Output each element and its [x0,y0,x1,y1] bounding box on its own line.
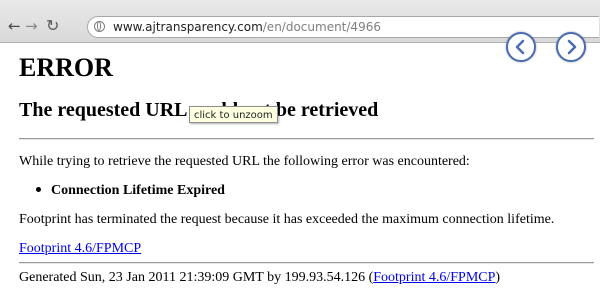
divider [19,138,594,140]
previous-button[interactable] [506,32,536,62]
chevron-right-icon [567,39,577,55]
error-list-item: Connection Lifetime Expired [36,182,225,199]
chevron-left-icon [515,39,525,55]
unzoom-tooltip: click to unzoom [189,106,278,123]
back-arrow-icon[interactable]: ← [8,19,21,34]
footer-prefix: Generated Sun, 23 Jan 2011 21:39:09 GMT … [19,270,374,285]
intro-text: While trying to retrieve the requested U… [19,154,470,169]
link-paragraph: Footprint 4.6/FPMCP [19,240,141,257]
globe-icon [94,21,105,32]
reload-icon[interactable]: ↻ [46,18,59,34]
forward-arrow-icon[interactable]: → [25,19,38,34]
url-host: www.ajtransparency.com [113,20,263,34]
footer-footprint-link[interactable]: Footprint 4.6/FPMCP [373,270,495,285]
url-text: www.ajtransparency.com/en/document/4966 [113,20,381,34]
footprint-link[interactable]: Footprint 4.6/FPMCP [19,241,141,256]
footer-suffix: ) [495,270,501,285]
page-title: ERROR [19,53,113,82]
url-path: /en/document/4966 [262,20,381,34]
footer-text: Generated Sun, 23 Jan 2011 21:39:09 GMT … [19,269,500,286]
browser-window: ← → ↻ www.ajtransparency.com/en/document… [0,0,600,297]
detail-text: Footprint has terminated the request bec… [19,212,555,227]
bullet-icon [36,187,41,193]
next-button[interactable] [556,32,586,62]
footer-divider [19,262,594,264]
error-reason: Connection Lifetime Expired [51,183,225,198]
